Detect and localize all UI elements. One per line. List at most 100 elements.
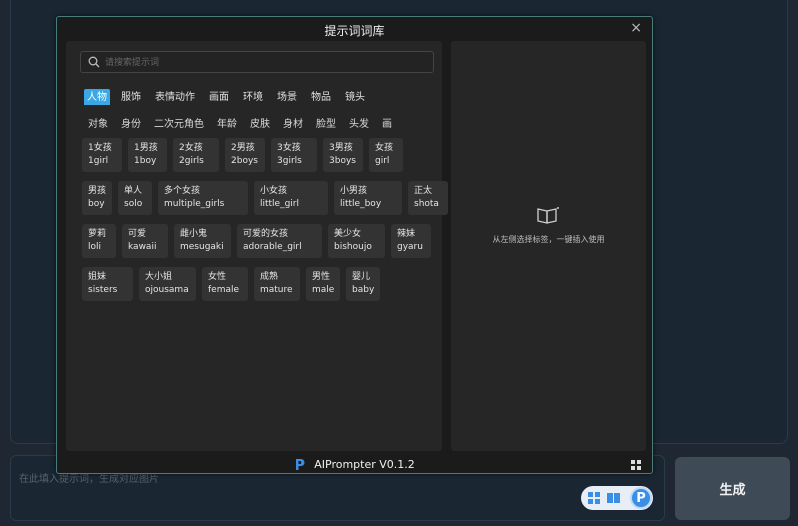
prompt-tag[interactable]: 可爱 kawaii: [122, 224, 168, 258]
category-tab[interactable]: 物品: [308, 89, 334, 105]
prompt-tag[interactable]: 1男孩 1boy: [128, 138, 167, 172]
prompt-tag[interactable]: 3女孩 3girls: [271, 138, 317, 172]
tag-label-en: little_girl: [260, 199, 300, 209]
category-tab[interactable]: 人物: [84, 89, 110, 105]
dialog-footer: AIPrompter V0.1.2: [57, 454, 652, 474]
tag-label-en: 1girl: [88, 156, 109, 166]
subcategory-tab[interactable]: 脸型: [316, 115, 336, 130]
tag-label-zh: 成熟: [260, 272, 279, 282]
tag-label-en: 3boys: [329, 156, 356, 166]
tag-label-en: 2boys: [231, 156, 258, 166]
tag-row: 萝莉 loli 可爱 kawaii 雌小鬼 mesugaki 可爱的女孩 adorable_g…: [82, 224, 442, 258]
search-box[interactable]: [80, 51, 434, 73]
prompt-tag[interactable]: 正太 shota: [408, 181, 448, 215]
prompt-tag[interactable]: 单人 solo: [118, 181, 152, 215]
category-tab[interactable]: 场景: [274, 89, 300, 105]
prompt-tag[interactable]: 雌小鬼 mesugaki: [174, 224, 231, 258]
tag-label-en: multiple_girls: [164, 199, 225, 209]
tag-label-zh: 男孩: [88, 186, 107, 196]
subcategory-tab[interactable]: 年龄: [217, 115, 237, 130]
prompt-tag[interactable]: 小女孩 little_girl: [254, 181, 328, 215]
close-button[interactable]: ×: [630, 20, 642, 36]
subcategory-tab[interactable]: 身材: [283, 115, 303, 130]
tag-label-en: shota: [414, 199, 439, 209]
tag-label-zh: 美少女: [334, 229, 362, 239]
prompt-tag[interactable]: 女性 female: [202, 267, 248, 301]
tag-label-zh: 3女孩: [277, 143, 301, 153]
tag-label-zh: 雌小鬼: [180, 229, 208, 239]
prompt-library-dialog: 提示词词库 × 人物服饰表情动作画面环境场景物品镜头 对象身份二次元角色年龄皮肤…: [56, 16, 653, 474]
tag-label-en: kawaii: [128, 242, 157, 252]
tag-label-en: mature: [260, 285, 293, 295]
prompt-tag[interactable]: 美少女 bishoujo: [328, 224, 385, 258]
subcategory-tab[interactable]: 画: [382, 115, 392, 130]
category-tab[interactable]: 环境: [240, 89, 266, 105]
selected-tags-panel: 从左侧选择标签，一键插入使用: [451, 41, 646, 451]
tag-label-zh: 辣妹: [397, 229, 416, 239]
tag-label-en: sisters: [88, 285, 118, 295]
prompt-tag[interactable]: 多个女孩 multiple_girls: [158, 181, 248, 215]
grid-icon[interactable]: [587, 492, 600, 505]
tag-row: 男孩 boy 单人 solo 多个女孩 multiple_girls 小女孩 little_g…: [82, 181, 448, 215]
tag-label-en: male: [312, 285, 335, 295]
tag-label-zh: 1男孩: [134, 143, 158, 153]
prompt-tag[interactable]: 1女孩 1girl: [82, 138, 122, 172]
prompt-tag[interactable]: 3男孩 3boys: [323, 138, 363, 172]
tag-label-zh: 姐妹: [88, 272, 107, 282]
prompt-tag[interactable]: 成熟 mature: [254, 267, 300, 301]
tag-label-zh: 女孩: [375, 143, 394, 153]
prompt-tag[interactable]: 女孩 girl: [369, 138, 403, 172]
tag-label-zh: 婴儿: [352, 272, 371, 282]
book-icon[interactable]: [607, 492, 620, 505]
prompt-tag[interactable]: 2男孩 2boys: [225, 138, 265, 172]
subcategory-tab[interactable]: 对象: [88, 115, 108, 130]
prompt-tag[interactable]: 婴儿 baby: [346, 267, 380, 301]
tag-label-en: adorable_girl: [243, 242, 302, 252]
category-tab[interactable]: 画面: [206, 89, 232, 105]
category-tab[interactable]: 服饰: [118, 89, 144, 105]
tag-label-zh: 1女孩: [88, 143, 112, 153]
tag-row: 1女孩 1girl 1男孩 1boy 2女孩 2girls 2男孩 2boys 3女孩 3girl…: [82, 138, 442, 172]
category-tab[interactable]: 表情动作: [152, 89, 198, 105]
tag-label-zh: 可爱: [128, 229, 147, 239]
generate-button[interactable]: 生成: [675, 457, 790, 520]
tag-label-zh: 女性: [208, 272, 227, 282]
tag-label-en: loli: [88, 242, 102, 252]
tag-label-en: 1boy: [134, 156, 157, 166]
tag-label-en: solo: [124, 199, 143, 209]
search-input[interactable]: [103, 53, 427, 73]
tag-label-en: gyaru: [397, 242, 423, 252]
tag-label-en: ojousama: [145, 285, 189, 295]
prompt-tag[interactable]: 萝莉 loli: [82, 224, 116, 258]
subcategory-tab[interactable]: 身份: [121, 115, 141, 130]
prompt-tag[interactable]: 男性 male: [306, 267, 340, 301]
subcategory-tab[interactable]: 二次元角色: [154, 115, 204, 130]
search-icon: [88, 56, 100, 68]
tag-label-zh: 2男孩: [231, 143, 255, 153]
prompt-tag[interactable]: 男孩 boy: [82, 181, 112, 215]
prompt-tag[interactable]: 大小姐 ojousama: [139, 267, 196, 301]
aiprompter-logo-icon: [296, 458, 305, 470]
floating-toolbar[interactable]: P: [581, 486, 653, 510]
subcategory-tab[interactable]: 皮肤: [250, 115, 270, 130]
tag-label-zh: 大小姐: [145, 272, 173, 282]
prompt-tag[interactable]: 可爱的女孩 adorable_girl: [237, 224, 322, 258]
subcategory-tabs: 对象 身份 二次元角色 年龄 皮肤 身材 脸型 头发画: [88, 112, 438, 130]
tag-label-zh: 萝莉: [88, 229, 107, 239]
prompt-tag[interactable]: 姐妹 sisters: [82, 267, 133, 301]
tag-browser-panel: 人物服饰表情动作画面环境场景物品镜头 对象身份二次元角色年龄皮肤身材脸型头发画 …: [66, 41, 448, 451]
prompt-tag[interactable]: 小男孩 little_boy: [334, 181, 402, 215]
tag-label-en: little_boy: [340, 199, 382, 209]
subcategory-tab[interactable]: 头发: [349, 115, 369, 130]
tag-label-zh: 小女孩: [260, 186, 288, 196]
tag-label-en: bishoujo: [334, 242, 372, 252]
tag-label-zh: 男性: [312, 272, 331, 282]
prompt-tag[interactable]: 辣妹 gyaru: [391, 224, 431, 258]
aiprompter-logo-button[interactable]: P: [630, 487, 652, 509]
tag-label-zh: 多个女孩: [164, 186, 201, 196]
tag-label-zh: 3男孩: [329, 143, 353, 153]
prompt-tag[interactable]: 2女孩 2girls: [173, 138, 219, 172]
tag-label-zh: 小男孩: [340, 186, 368, 196]
category-tab[interactable]: 镜头: [342, 89, 368, 105]
grid-view-icon[interactable]: [631, 460, 641, 470]
